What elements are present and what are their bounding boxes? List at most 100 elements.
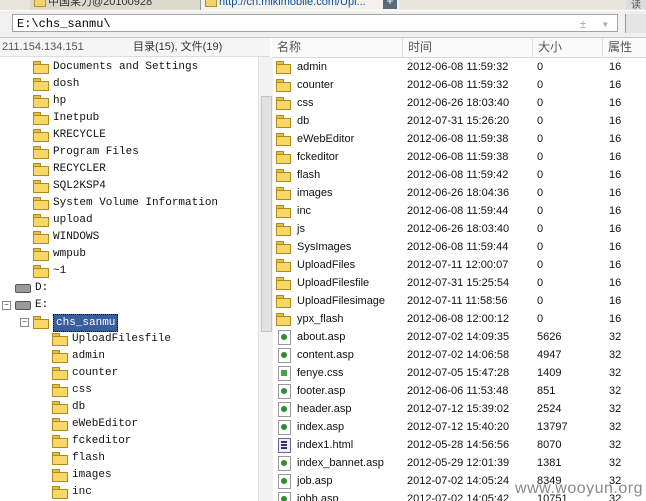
folder-icon <box>276 97 291 110</box>
folder-icon <box>52 333 68 346</box>
address-dropdown-icon[interactable]: ± ▾ <box>579 16 613 34</box>
tab-bar: 中国某力@20100928 http://cn.mikimobile.com/U… <box>0 0 646 10</box>
file-time: 2012-06-08 12:00:12 <box>407 313 510 325</box>
asp-file-icon <box>278 420 291 435</box>
new-tab-button[interactable]: + <box>383 0 397 9</box>
file-row[interactable]: flash 2012-06-08 11:59:42 0 16 <box>272 166 646 184</box>
folder-icon <box>33 112 49 125</box>
file-time: 2012-06-08 11:59:38 <box>407 133 509 145</box>
file-time: 2012-06-06 11:53:48 <box>407 385 509 397</box>
file-name: fenye.css <box>297 367 344 379</box>
file-row[interactable]: UploadFilesimage 2012-07-11 11:58:56 0 16 <box>272 292 646 310</box>
tab-site-1[interactable]: 中国某力@20100928 <box>30 0 208 10</box>
tab-right-label[interactable]: 读 <box>626 0 646 10</box>
file-name: about.asp <box>297 331 346 343</box>
tree-item-label: Inetpub <box>53 112 100 124</box>
file-time: 2012-07-02 14:09:35 <box>407 331 510 343</box>
column-time[interactable]: 时间 <box>402 38 532 57</box>
tree-item-label: wmpub <box>53 248 87 260</box>
file-row[interactable]: inc 2012-06-08 11:59:44 0 16 <box>272 202 646 220</box>
folder-icon <box>52 384 68 397</box>
file-size: 0 <box>537 61 544 73</box>
directory-file-count: 目录(15), 文件(19) <box>133 41 223 53</box>
file-size: 0 <box>537 151 544 163</box>
file-name: footer.asp <box>297 385 346 397</box>
file-size: 0 <box>537 223 544 235</box>
file-row[interactable]: counter 2012-06-08 11:59:32 0 16 <box>272 76 646 94</box>
file-time: 2012-05-29 12:01:39 <box>407 457 510 469</box>
file-row[interactable]: header.asp 2012-07-12 15:39:02 2524 32 <box>272 400 646 418</box>
folder-icon <box>276 277 291 290</box>
folder-icon <box>33 163 49 176</box>
file-row[interactable]: index_bannet.asp 2012-05-29 12:01:39 1381 3… <box>272 454 646 472</box>
file-attr: 16 <box>609 79 622 91</box>
go-button[interactable] <box>625 14 646 33</box>
file-row[interactable]: js 2012-06-26 18:03:40 0 16 <box>272 220 646 238</box>
folder-icon <box>276 205 291 218</box>
file-time: 2012-06-08 11:59:38 <box>407 151 509 163</box>
column-name[interactable]: 名称 <box>272 38 401 57</box>
file-row[interactable]: fenye.css 2012-07-05 15:47:28 1409 32 <box>272 364 646 382</box>
folder-icon <box>52 452 68 465</box>
folder-icon <box>33 231 49 244</box>
column-size[interactable]: 大小 <box>532 38 602 57</box>
folder-icon <box>33 180 49 193</box>
folder-icon <box>33 316 49 329</box>
tab-site-2[interactable]: http://cn.mikimobile.com/Upl... <box>200 0 399 10</box>
tree-scrollbar[interactable] <box>258 57 273 501</box>
file-size: 8070 <box>537 439 562 451</box>
folder-icon <box>52 367 68 380</box>
file-time: 2012-07-05 15:47:28 <box>407 367 510 379</box>
file-row[interactable]: ypx_flash 2012-06-08 12:00:12 0 16 <box>272 310 646 328</box>
file-attr: 16 <box>609 241 622 253</box>
file-row[interactable]: db 2012-07-31 15:26:20 0 16 <box>272 112 646 130</box>
file-row[interactable]: footer.asp 2012-06-06 11:53:48 851 32 <box>272 382 646 400</box>
file-time: 2012-07-31 15:25:54 <box>407 277 510 289</box>
file-time: 2012-07-12 15:39:02 <box>407 403 510 415</box>
tree-item-label: RECYCLER <box>53 163 106 175</box>
file-row[interactable]: UploadFiles 2012-07-11 12:00:07 0 16 <box>272 256 646 274</box>
file-row[interactable]: index1.html 2012-05-28 14:56:56 8070 32 <box>272 436 646 454</box>
file-attr: 32 <box>609 403 622 415</box>
file-name: index.asp <box>297 421 345 433</box>
file-row[interactable]: SysImages 2012-06-08 11:59:44 0 16 <box>272 238 646 256</box>
directory-tree: Documents and Settings dosh hp Inetpub KRECY… <box>0 57 258 501</box>
file-time: 2012-07-12 15:40:20 <box>407 421 510 433</box>
column-attr[interactable]: 属性 <box>602 38 646 57</box>
asp-file-icon <box>278 330 291 345</box>
file-row[interactable]: fckeditor 2012-06-08 11:59:38 0 16 <box>272 148 646 166</box>
file-size: 0 <box>537 115 544 127</box>
scrollbar-thumb[interactable] <box>261 96 272 332</box>
file-attr: 32 <box>609 457 622 469</box>
file-row[interactable]: css 2012-06-26 18:03:40 0 16 <box>272 94 646 112</box>
tree-item-label: hp <box>53 95 67 107</box>
file-row[interactable]: content.asp 2012-07-02 14:06:58 4947 32 <box>272 346 646 364</box>
file-time: 2012-07-02 14:05:24 <box>407 475 510 487</box>
folder-icon <box>33 197 49 210</box>
file-row[interactable]: about.asp 2012-07-02 14:09:35 5626 32 <box>272 328 646 346</box>
file-name: job.asp <box>297 475 333 487</box>
collapse-icon[interactable]: − <box>2 301 11 310</box>
tree-item-label: dosh <box>53 78 80 90</box>
collapse-icon[interactable]: − <box>20 318 29 327</box>
file-attr: 32 <box>609 439 622 451</box>
file-row[interactable]: UploadFilesfile 2012-07-31 15:25:54 0 16 <box>272 274 646 292</box>
file-name: db <box>297 115 310 127</box>
file-time: 2012-07-11 12:00:07 <box>407 259 509 271</box>
path-input[interactable]: E:\chs_sanmu\ ± ▾ <box>12 14 618 32</box>
file-row[interactable]: images 2012-06-26 18:04:36 0 16 <box>272 184 646 202</box>
folder-icon <box>52 486 68 499</box>
file-row[interactable]: admin 2012-06-08 11:59:32 0 16 <box>272 58 646 76</box>
tree-item-label: fckeditor <box>72 435 132 447</box>
file-size: 0 <box>537 295 544 307</box>
file-name: UploadFilesfile <box>297 277 370 289</box>
file-row[interactable]: eWebEditor 2012-06-08 11:59:38 0 16 <box>272 130 646 148</box>
folder-icon <box>276 223 291 236</box>
address-bar: E:\chs_sanmu\ ± ▾ <box>0 11 646 38</box>
file-name: inc <box>297 205 312 217</box>
asp-file-icon <box>278 402 291 417</box>
file-attr: 16 <box>609 115 622 127</box>
file-row[interactable]: index.asp 2012-07-12 15:40:20 13797 32 <box>272 418 646 436</box>
file-attr: 16 <box>609 313 622 325</box>
asp-file-icon <box>278 384 291 399</box>
